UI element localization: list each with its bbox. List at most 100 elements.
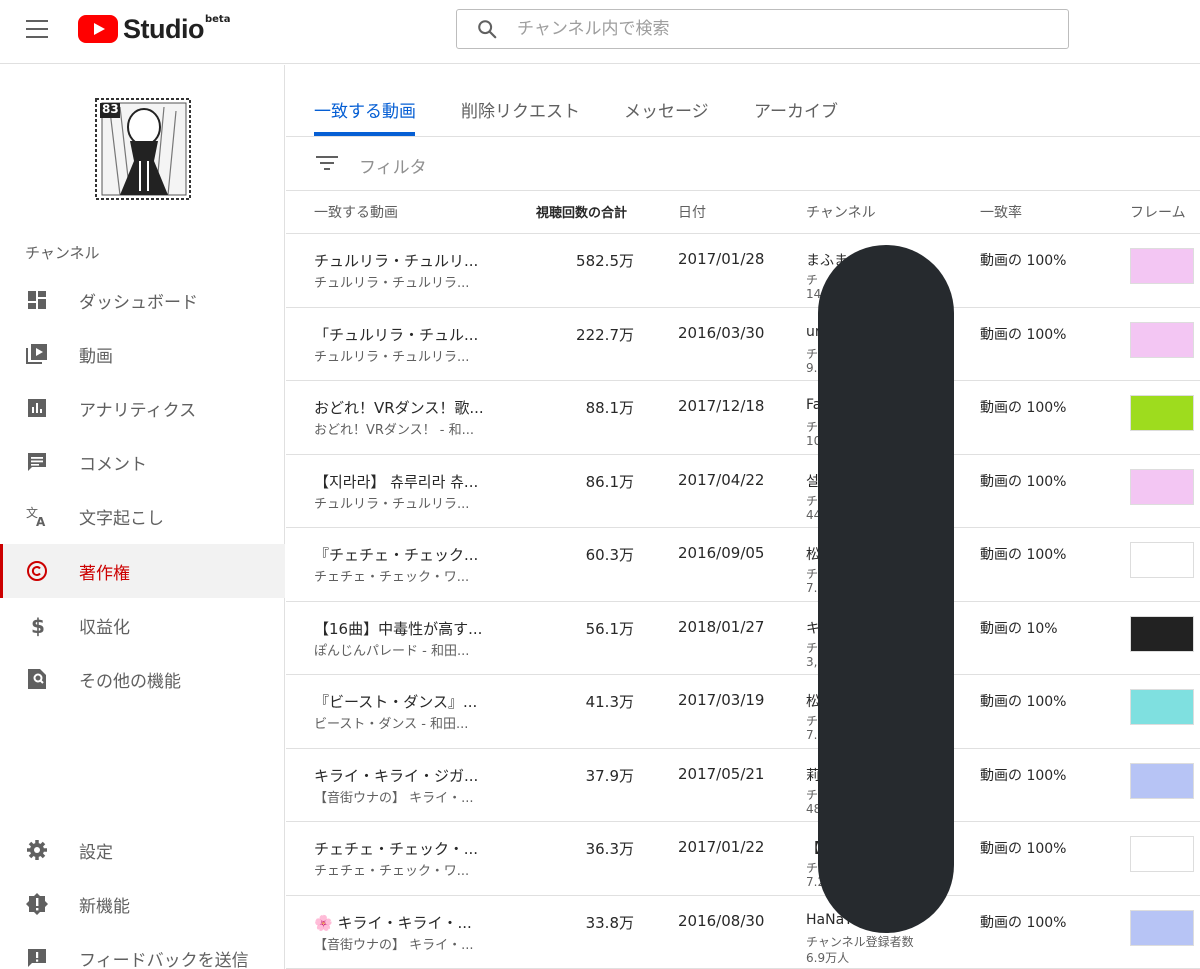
sidebar-item-dashboard[interactable]: ダッシュボード: [0, 273, 285, 327]
tab-archive[interactable]: アーカイブ: [754, 97, 838, 122]
frame-thumbnail[interactable]: [1130, 909, 1194, 946]
frame-thumbnail[interactable]: [1130, 468, 1194, 505]
video-subtitle: チュルリラ・チュルリラ...: [314, 349, 470, 365]
sidebar-item-whats-new[interactable]: 新機能: [0, 877, 285, 931]
logo-beta-badge: beta: [204, 13, 231, 25]
comment-icon: [25, 450, 49, 474]
youtube-studio-logo[interactable]: Studio beta: [78, 12, 230, 46]
frame-thumbnail[interactable]: [1130, 395, 1194, 431]
match-date: 2016/08/30: [678, 911, 765, 930]
match-rate: 動画の 100%: [980, 767, 1067, 784]
frame-thumbnail[interactable]: [1130, 689, 1194, 725]
table-row[interactable]: 「チュルリラ・チュル... チュルリラ・チュルリラ... 222.7万 2016…: [286, 308, 1200, 381]
video-title[interactable]: キライ・キライ・ジガ...: [314, 765, 484, 786]
total-views: 37.9万: [585, 766, 634, 785]
column-header-channel[interactable]: チャンネル: [806, 202, 876, 222]
hamburger-menu-icon[interactable]: [26, 20, 50, 38]
total-views: 41.3万: [585, 693, 634, 711]
search-icon[interactable]: [457, 18, 517, 40]
table-row[interactable]: 『チェチェ・チェック... チェチェ・チェック・ワ... 60.3万 2016/…: [286, 528, 1200, 602]
video-subtitle: チェチェ・チェック・ワ...: [314, 570, 470, 585]
frame-thumbnail[interactable]: [1130, 248, 1194, 284]
table-row[interactable]: 【지라라】 츄루리라 츄... チュルリラ・チュルリラ... 86.1万 201…: [286, 455, 1200, 528]
total-views: 36.3万: [585, 840, 634, 858]
frame-thumbnail[interactable]: [1130, 615, 1194, 652]
youtube-play-icon: [78, 15, 118, 43]
video-title[interactable]: 『チェチェ・チェック...: [314, 544, 484, 565]
filter-bar[interactable]: フィルタ: [286, 137, 1200, 191]
channel-avatar[interactable]: 83: [90, 91, 198, 207]
sidebar-item-label: アナリティクス: [79, 400, 197, 421]
table-row[interactable]: おどれ！VRダンス！歌... おどれ！VRダンス！ - 和... 88.1万 2…: [286, 381, 1200, 455]
frame-thumbnail[interactable]: [1130, 321, 1194, 358]
channel-section-label: チャンネル: [25, 244, 100, 262]
logo-text: Studio: [123, 13, 204, 44]
top-bar: Studio beta: [0, 0, 1200, 64]
column-header-views[interactable]: 視聴回数の合計: [536, 202, 627, 221]
tab-matched-videos[interactable]: 一致する動画: [314, 97, 416, 122]
search-input[interactable]: [517, 19, 1037, 39]
table-row[interactable]: チェチェ・チェック・... チェチェ・チェック・ワ... 36.3万 2017/…: [286, 822, 1200, 896]
video-title[interactable]: チェチェ・チェック・...: [314, 838, 484, 859]
gear-icon: [25, 838, 49, 862]
dollar-icon: $: [25, 613, 49, 638]
column-header-match[interactable]: 一致率: [980, 202, 1022, 222]
match-date: 2017/03/19: [678, 691, 765, 709]
sidebar-item-label: その他の機能: [79, 671, 181, 692]
sidebar-item-monetization[interactable]: $ 収益化: [0, 598, 285, 652]
column-header-video[interactable]: 一致する動画: [314, 202, 398, 222]
column-header-frame: フレーム: [1130, 205, 1186, 221]
match-rate: 動画の 100%: [980, 326, 1067, 343]
filter-icon[interactable]: [316, 154, 338, 176]
video-title[interactable]: おどれ！VRダンス！歌...: [314, 397, 484, 418]
video-subtitle: 【音街ウナの】 キライ・...: [314, 790, 474, 806]
sidebar-item-transcription[interactable]: 文A 文字起こし: [0, 489, 285, 543]
video-title[interactable]: チュルリラ・チュルリ...: [314, 250, 484, 271]
match-rate: 動画の 100%: [980, 400, 1067, 416]
column-header-date[interactable]: 日付: [678, 202, 706, 222]
match-date: 2017/04/22: [678, 470, 765, 489]
more-features-icon: [25, 667, 49, 691]
table-row[interactable]: 【16曲】中毒性が高す... ぽんじんパレード - 和田... 56.1万 20…: [286, 602, 1200, 675]
sidebar-item-label: コメント: [79, 454, 147, 475]
search-box[interactable]: [456, 9, 1069, 49]
sidebar-item-label: 著作権: [79, 563, 130, 584]
translate-icon: 文A: [25, 504, 49, 529]
sidebar-item-videos[interactable]: 動画: [0, 327, 285, 381]
video-title[interactable]: 【지라라】 츄루리라 츄...: [314, 471, 484, 492]
frame-thumbnail[interactable]: [1130, 542, 1194, 578]
table-row[interactable]: 『ビースト・ダンス』... ビースト・ダンス - 和田... 41.3万 201…: [286, 675, 1200, 749]
video-title[interactable]: 『ビースト・ダンス』...: [314, 691, 484, 712]
frame-thumbnail[interactable]: [1130, 836, 1194, 872]
tab-removal-requests[interactable]: 削除リクエスト: [461, 97, 580, 122]
sidebar-item-comments[interactable]: コメント: [0, 435, 285, 489]
channel-subscribers-label: チャンネル登録者数: [806, 934, 914, 949]
frame-thumbnail[interactable]: [1130, 762, 1194, 799]
total-views: 88.1万: [585, 399, 634, 417]
total-views: 56.1万: [585, 619, 634, 638]
video-title[interactable]: 【16曲】中毒性が高す...: [314, 618, 484, 639]
sidebar-item-label: 収益化: [79, 617, 130, 638]
video-title[interactable]: 「チュルリラ・チュル...: [314, 324, 484, 345]
match-rate: 動画の 100%: [980, 694, 1067, 710]
tab-messages[interactable]: メッセージ: [624, 97, 709, 122]
sidebar-item-other-features[interactable]: その他の機能: [0, 652, 285, 706]
sidebar-item-feedback[interactable]: フィードバックを送信: [0, 931, 285, 969]
video-subtitle: チュルリラ・チュルリラ...: [314, 276, 470, 291]
feedback-icon: [25, 946, 49, 969]
table-row[interactable]: チュルリラ・チュルリ... チュルリラ・チュルリラ... 582.5万 2017…: [286, 234, 1200, 308]
total-views: 582.5万: [576, 252, 634, 270]
sidebar-item-analytics[interactable]: アナリティクス: [0, 381, 285, 435]
video-subtitle: ビースト・ダンス - 和田...: [314, 717, 469, 732]
sidebar-item-label: 設定: [79, 842, 113, 863]
match-rate: 動画の 100%: [980, 914, 1067, 931]
sidebar-item-label: 文字起こし: [79, 508, 164, 529]
sidebar-item-settings[interactable]: 設定: [0, 823, 285, 877]
svg-text:$: $: [31, 614, 45, 637]
sidebar-item-copyright[interactable]: 著作権: [0, 544, 285, 598]
video-subtitle: おどれ！VRダンス！ - 和...: [314, 423, 475, 438]
video-title[interactable]: 🌸 キライ・キライ・...: [314, 912, 484, 933]
table-row[interactable]: キライ・キライ・ジガ... 【音街ウナの】 キライ・... 37.9万 2017…: [286, 749, 1200, 822]
table-row[interactable]: 🌸 キライ・キライ・... 【音街ウナの】 キライ・... 33.8万 2016…: [286, 896, 1200, 969]
dashboard-icon: [25, 288, 49, 312]
